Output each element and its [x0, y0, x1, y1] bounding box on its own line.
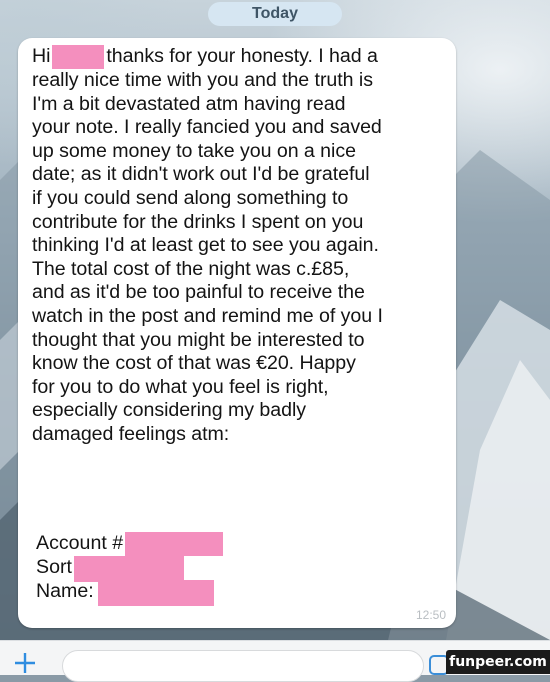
message-line: your note. I really fancied you and save… — [32, 116, 382, 139]
redacted-name — [97, 580, 214, 606]
message-line: up some money to take you on a nice — [32, 139, 356, 162]
message-line: and as it'd be too painful to receive th… — [32, 281, 365, 304]
name-line: Name: — [36, 580, 223, 606]
message-input[interactable] — [62, 650, 424, 682]
redacted-name — [52, 45, 105, 69]
message-line: know the cost of that was €20. Happy — [32, 352, 356, 375]
message-line: contribute for the drinks I spent on you — [32, 210, 364, 233]
account-details: Account # Sort Name: — [36, 532, 224, 606]
message-line: damaged feelings atm: — [32, 422, 230, 445]
message-line: The total cost of the night was c.£85, — [32, 257, 350, 280]
date-divider: Today — [208, 2, 342, 26]
message-line: for you to do what you feel is right, — [32, 375, 329, 398]
account-line: Account # — [36, 532, 224, 556]
message-bubble[interactable]: Hi thanks for your honesty. I had a reall… — [18, 38, 456, 628]
message-line: I'm a bit devastated atm having read — [32, 92, 346, 115]
message-line: if you could send along something to — [32, 186, 349, 209]
message-line: thought that you might be interested to — [32, 328, 365, 351]
message-line: especially considering my badly — [32, 399, 306, 422]
message-line: watch in the post and remind me of you I — [32, 304, 383, 327]
message-line: thinking I'd at least get to see you aga… — [32, 234, 379, 257]
redacted-sort-code — [73, 556, 184, 582]
sort-line: Sort — [36, 556, 223, 582]
message-timestamp: 12:50 — [415, 608, 446, 622]
greeting: Hi — [32, 45, 51, 67]
watermark: funpeer.com — [446, 650, 550, 674]
plus-icon[interactable] — [12, 650, 38, 676]
redacted-account-number — [125, 532, 224, 556]
message-text: Hi thanks for your honesty. I had a reall… — [32, 45, 442, 447]
message-line: really nice time with you and the truth … — [32, 69, 373, 91]
message-line: date; as it didn't work out I'd be grate… — [32, 163, 370, 186]
message-line: Hi thanks for your honesty. I had a — [32, 45, 378, 69]
